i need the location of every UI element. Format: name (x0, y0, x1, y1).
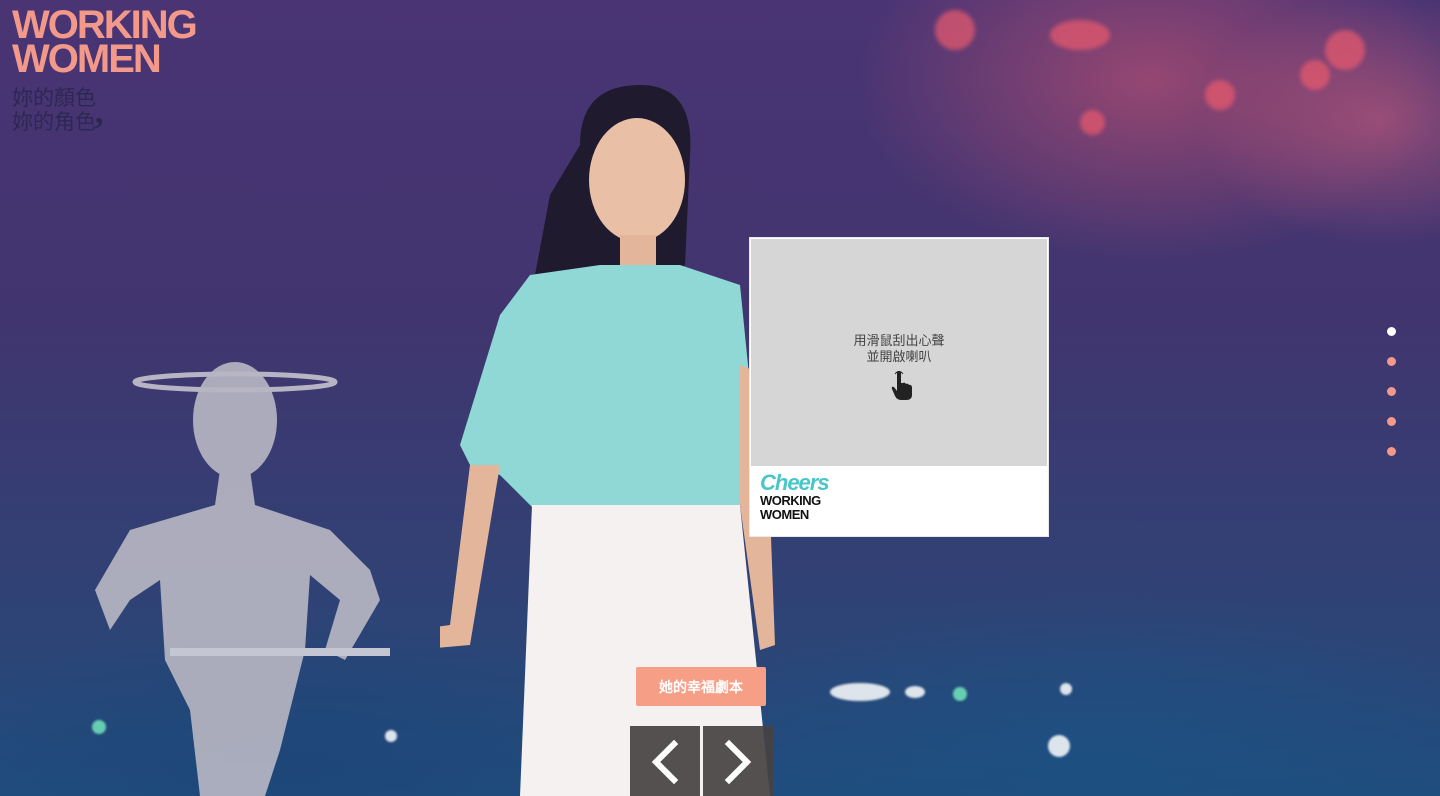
scratch-hint: 用滑鼠刮出心聲 並開啟喇叭 (751, 334, 1047, 366)
story-button[interactable]: 她的幸福劇本 (636, 667, 766, 706)
pager-dot-3[interactable] (1387, 387, 1396, 396)
cheers-wordmark: Cheers (760, 470, 830, 495)
bokeh-light (953, 687, 967, 701)
brand-line-2: WOMEN (12, 37, 162, 81)
tagline-comma: , (95, 94, 104, 131)
pager-dot-4[interactable] (1387, 417, 1396, 426)
bokeh-light (1325, 30, 1365, 70)
bokeh-light (1300, 60, 1330, 90)
tagline-line-1: 妳的顏色 (12, 86, 96, 110)
bokeh-light (1048, 735, 1070, 757)
scratch-area[interactable]: 用滑鼠刮出心聲 並開啟喇叭 (751, 239, 1047, 466)
brand-logo[interactable]: WORKING WOMEN (12, 5, 198, 81)
scratch-hint-line-2: 並開啟喇叭 (866, 350, 932, 365)
scratch-card: 用滑鼠刮出心聲 並開啟喇叭 Cheers WORKING WOMEN (749, 237, 1049, 537)
tagline-line-2: 妳的角色 (12, 110, 96, 134)
bokeh-light (1050, 20, 1110, 50)
statue-figure (95, 362, 390, 796)
bokeh-light (1060, 683, 1072, 695)
bokeh-light (830, 683, 890, 701)
scratch-hint-line-1: 用滑鼠刮出心聲 (853, 334, 945, 349)
pager-dot-1[interactable] (1387, 327, 1396, 336)
hand-pointer-icon (891, 371, 912, 400)
card-logo-line-1: WORKING (760, 493, 821, 508)
bokeh-light (905, 686, 925, 698)
slide-pager (1387, 327, 1397, 477)
cheers-logo: Cheers WORKING WOMEN (760, 470, 830, 522)
pager-dot-5[interactable] (1387, 447, 1396, 456)
card-logo-line-2: WOMEN (760, 507, 809, 522)
chevron-left-icon (651, 739, 679, 785)
next-button[interactable] (703, 726, 773, 796)
bokeh-light (1205, 80, 1235, 110)
prev-button[interactable] (630, 726, 700, 796)
bokeh-light (935, 10, 975, 50)
pager-dot-2[interactable] (1387, 357, 1396, 366)
brand-tagline: 妳的顏色 妳的角色 (12, 86, 96, 134)
bokeh-light (1080, 110, 1105, 135)
chevron-right-icon (724, 739, 752, 785)
